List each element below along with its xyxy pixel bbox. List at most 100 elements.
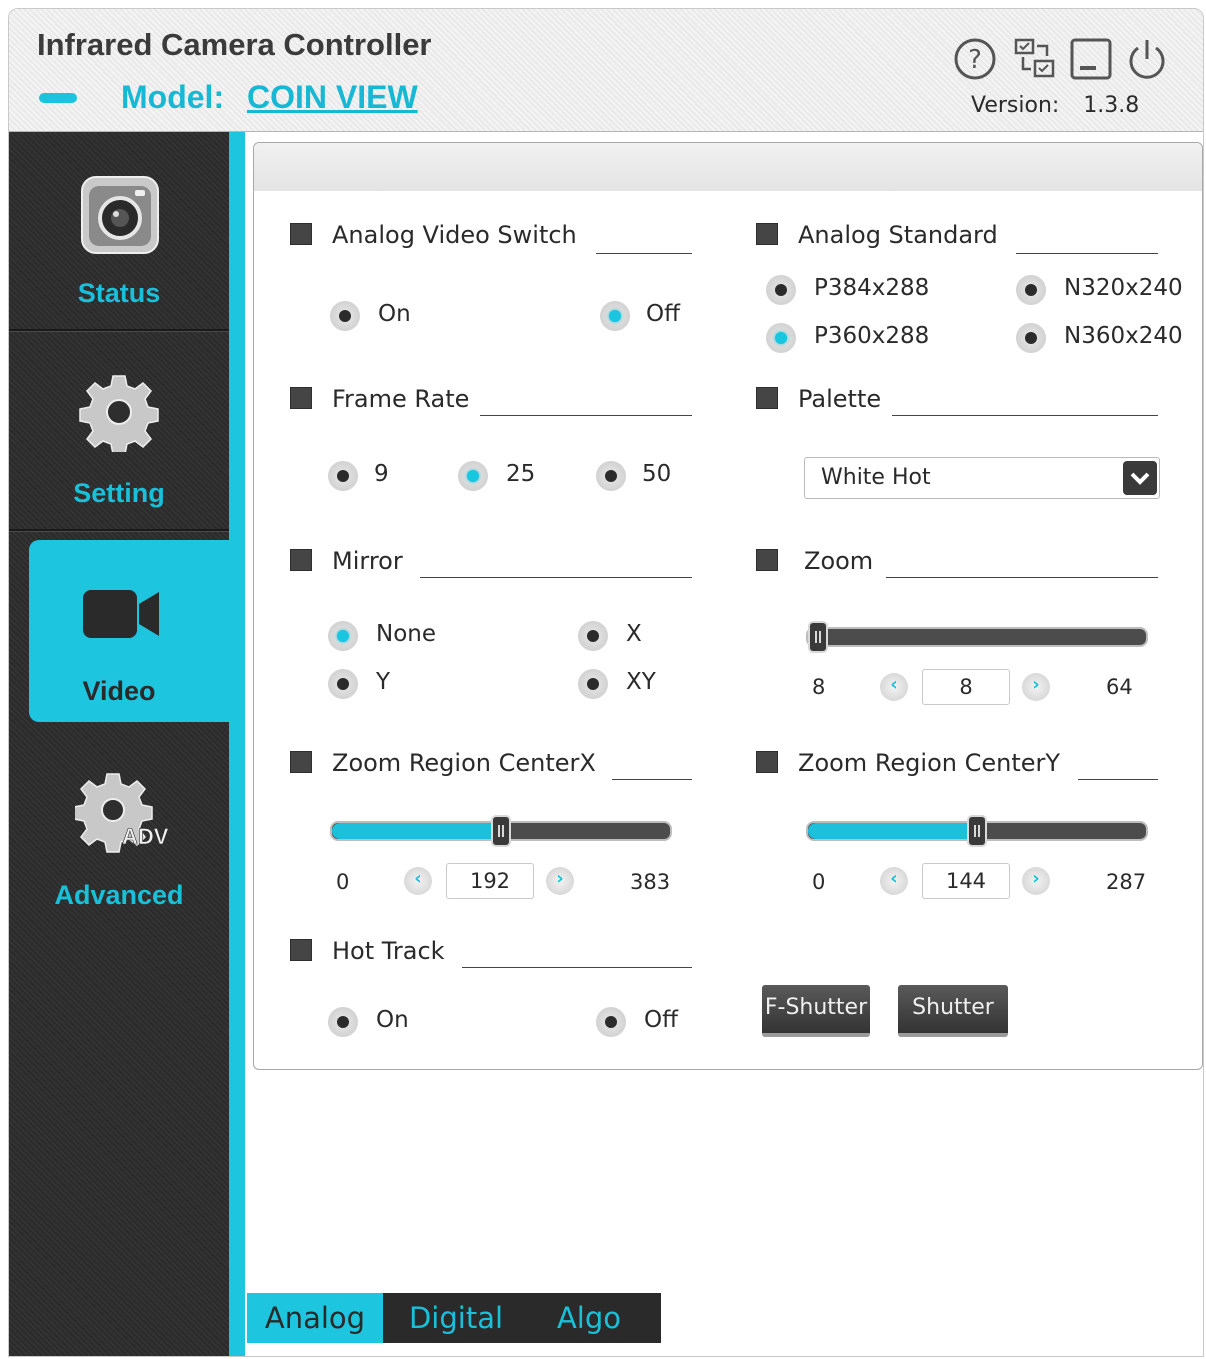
zoom-center-y-decrement-button[interactable]: ‹ xyxy=(880,867,908,895)
section-rule xyxy=(420,577,692,578)
chevron-right-icon: › xyxy=(1032,868,1040,889)
svg-text:?: ? xyxy=(968,45,982,75)
model-label: Model: xyxy=(121,79,225,115)
tab-analog[interactable]: Analog xyxy=(247,1293,383,1343)
sidebar-item-status[interactable]: Status xyxy=(9,132,229,328)
palette-selected-value: White Hot xyxy=(821,465,931,490)
app-title: Infrared Camera Controller xyxy=(37,27,432,62)
power-icon[interactable] xyxy=(1125,37,1169,81)
radio-mirror-xy[interactable] xyxy=(578,669,608,699)
radio-p360x288[interactable] xyxy=(766,323,796,353)
radio-mirror-x[interactable] xyxy=(578,621,608,651)
zoom-center-y-slider[interactable] xyxy=(806,815,1148,847)
analog-video-switch-title: Analog Video Switch xyxy=(332,221,577,249)
sidebar-item-advanced[interactable]: ADV Advanced xyxy=(9,732,229,928)
app-window: Infrared Camera Controller Model: COIN V… xyxy=(8,8,1204,1357)
section-marker xyxy=(290,549,312,571)
radio-label: N320x240 xyxy=(1064,275,1183,301)
chevron-left-icon: ‹ xyxy=(414,868,422,889)
bottom-tab-bar: Analog Digital Algo xyxy=(247,1293,661,1343)
slider-thumb[interactable] xyxy=(491,815,511,847)
radio-p384x288[interactable] xyxy=(766,275,796,305)
zoom-min: 8 xyxy=(812,675,826,699)
camera-icon xyxy=(79,174,161,260)
analog-standard-title: Analog Standard xyxy=(798,221,998,249)
radio-label: Off xyxy=(646,301,680,327)
radio-frame-rate-25[interactable] xyxy=(458,461,488,491)
radio-label: 25 xyxy=(506,461,536,487)
chevron-left-icon: ‹ xyxy=(890,868,898,889)
radio-label: On xyxy=(378,301,411,327)
radio-frame-rate-50[interactable] xyxy=(596,461,626,491)
section-rule xyxy=(480,415,692,416)
help-icon[interactable]: ? xyxy=(953,37,997,81)
zoom-center-y-increment-button[interactable]: › xyxy=(1022,867,1050,895)
section-rule xyxy=(1078,779,1158,780)
sidebar-accent-bar xyxy=(229,132,245,1356)
chevron-down-icon[interactable] xyxy=(1123,461,1157,495)
frame-rate-title: Frame Rate xyxy=(332,385,470,413)
radio-frame-rate-9[interactable] xyxy=(328,461,358,491)
minimize-icon[interactable] xyxy=(1069,37,1113,81)
radio-video-switch-off[interactable] xyxy=(600,301,630,331)
slider-thumb[interactable] xyxy=(967,815,987,847)
chevron-left-icon: ‹ xyxy=(890,674,898,695)
section-rule xyxy=(1016,253,1158,254)
radio-n320x240[interactable] xyxy=(1016,275,1046,305)
sidebar-item-setting[interactable]: Setting xyxy=(9,332,229,528)
section-rule xyxy=(596,253,692,254)
zoom-center-x-max: 383 xyxy=(630,870,671,894)
section-rule xyxy=(612,779,692,780)
section-marker xyxy=(290,939,312,961)
section-marker xyxy=(290,223,312,245)
radio-label: P384x288 xyxy=(814,275,930,301)
shutter-button[interactable]: Shutter xyxy=(898,985,1008,1037)
model-link[interactable]: COIN VIEW xyxy=(247,79,418,116)
zoom-center-y-value-input[interactable]: 144 xyxy=(922,863,1010,899)
zoom-slider[interactable] xyxy=(806,621,1148,653)
zoom-center-x-decrement-button[interactable]: ‹ xyxy=(404,867,432,895)
zoom-center-x-value-input[interactable]: 192 xyxy=(446,863,534,899)
tab-algo[interactable]: Algo xyxy=(529,1293,649,1343)
radio-mirror-y[interactable] xyxy=(328,669,358,699)
section-marker xyxy=(756,549,778,571)
radio-hot-track-on[interactable] xyxy=(328,1007,358,1037)
title-bar: Infrared Camera Controller Model: COIN V… xyxy=(9,9,1203,132)
zoom-value-input[interactable]: 8 xyxy=(922,669,1010,705)
zoom-increment-button[interactable]: › xyxy=(1022,673,1050,701)
section-marker xyxy=(290,751,312,773)
radio-mirror-none[interactable] xyxy=(328,621,358,651)
f-shutter-button[interactable]: F-Shutter xyxy=(762,985,870,1037)
chevron-right-icon: › xyxy=(1032,674,1040,695)
radio-label: X xyxy=(626,621,642,647)
section-rule xyxy=(886,577,1158,578)
version-value: 1.3.8 xyxy=(1083,93,1140,118)
version-label: Version: xyxy=(971,93,1060,118)
radio-label: Y xyxy=(376,669,391,695)
radio-hot-track-off[interactable] xyxy=(596,1007,626,1037)
zoom-center-x-increment-button[interactable]: › xyxy=(546,867,574,895)
sidebar-item-label: Status xyxy=(77,278,161,308)
section-marker xyxy=(290,387,312,409)
model-indicator xyxy=(39,93,77,103)
sidebar-item-label: Advanced xyxy=(54,880,184,910)
radio-label: N360x240 xyxy=(1064,323,1183,349)
sidebar-item-label: Video xyxy=(82,676,156,706)
slider-thumb[interactable] xyxy=(808,621,828,653)
chevron-right-icon: › xyxy=(556,868,564,889)
video-settings-panel: Analog Video Switch On Off Analog Standa… xyxy=(253,142,1203,1070)
switch-window-icon[interactable] xyxy=(1013,37,1057,81)
radio-video-switch-on[interactable] xyxy=(330,301,360,331)
sidebar-divider xyxy=(9,529,229,532)
radio-label: None xyxy=(376,621,437,647)
sidebar-item-label: Setting xyxy=(73,478,165,508)
palette-select[interactable]: White Hot xyxy=(804,457,1160,499)
video-camera-icon xyxy=(81,586,161,646)
gear-adv-icon: ADV xyxy=(73,770,171,860)
tab-digital[interactable]: Digital xyxy=(383,1293,529,1343)
sidebar-item-video[interactable]: Video xyxy=(29,540,245,722)
zoom-decrement-button[interactable]: ‹ xyxy=(880,673,908,701)
radio-n360x240[interactable] xyxy=(1016,323,1046,353)
zoom-center-x-slider[interactable] xyxy=(330,815,672,847)
zoom-center-y-title: Zoom Region CenterY xyxy=(798,749,1061,777)
